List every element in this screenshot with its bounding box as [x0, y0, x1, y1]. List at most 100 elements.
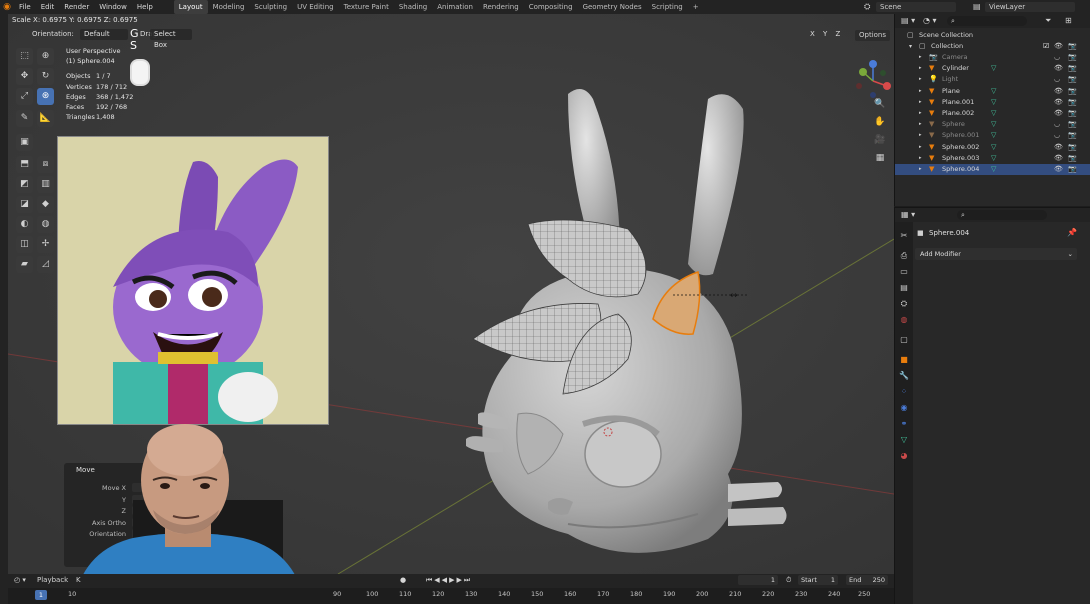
mesh-data-icon[interactable]: ▽	[991, 63, 996, 74]
select-tool-icon[interactable]: ⬚	[16, 48, 33, 65]
bevel-tool-icon[interactable]: ◩	[16, 176, 33, 193]
visibility-icon[interactable]: 👁	[1054, 63, 1063, 74]
expand-arrow-icon[interactable]: ▸	[919, 119, 922, 130]
output-tab-icon[interactable]: ▭	[898, 266, 910, 278]
menu-window[interactable]: Window	[94, 0, 132, 14]
expand-arrow-icon[interactable]: ▸	[919, 74, 922, 85]
collection-tab-icon[interactable]: ▢	[898, 334, 910, 346]
expand-arrow-icon[interactable]: ▸	[919, 108, 922, 119]
expand-arrow-icon[interactable]: ▸	[919, 142, 922, 153]
data-tab-icon[interactable]: ▽	[898, 434, 910, 446]
scale-tool-icon[interactable]: ⤢	[16, 88, 33, 105]
outliner-item[interactable]: ▸ ▼ Cylinder ▽ 👁 📷	[895, 63, 1090, 74]
options-button[interactable]: Options	[855, 30, 891, 41]
view-layer-selector[interactable]: ViewLayer	[985, 2, 1075, 12]
inset-tool-icon[interactable]: ⧈	[37, 156, 54, 173]
tab-shading[interactable]: Shading	[394, 0, 432, 14]
visibility-icon[interactable]: ◡	[1054, 74, 1060, 85]
outliner-item[interactable]: ▸ ▼ Sphere.002 ▽ 👁 📷	[895, 142, 1090, 153]
expand-arrow-icon[interactable]: ▸	[919, 164, 922, 175]
outliner-item[interactable]: ▸ ▼ Sphere.003 ▽ 👁 📷	[895, 153, 1090, 164]
mesh-data-icon[interactable]: ▽	[991, 130, 996, 141]
physics-tab-icon[interactable]: ◉	[898, 402, 910, 414]
render-visibility-icon[interactable]: 📷	[1068, 63, 1077, 74]
poly-build-tool-icon[interactable]: ◆	[37, 196, 54, 213]
expand-arrow-icon[interactable]: ▸	[919, 130, 922, 141]
expand-arrow-icon[interactable]: ▸	[919, 86, 922, 97]
render-tab-icon[interactable]: ⎙	[898, 250, 910, 262]
outliner-panel[interactable]: ▤ ▾ ◔ ▾ ⌕ ⏷ ⊞ ▢ Scene Collection ▾ ▢ Col…	[894, 14, 1090, 206]
gizmo-z-icon[interactable]	[869, 60, 877, 68]
smooth-tool-icon[interactable]: ◍	[37, 216, 54, 233]
modifier-tab-icon[interactable]: 🔧	[898, 370, 910, 382]
timeline-editor[interactable]: ◴ ▾ Playback K ● ⏮◀◀▶▶⏭ 1 ⏱ Start 1 End …	[8, 574, 894, 604]
render-visibility-icon[interactable]: 📷	[1068, 108, 1077, 119]
outliner-editor-icon[interactable]: ▤ ▾	[901, 16, 915, 25]
outliner-item[interactable]: ▸ ▼ Plane ▽ 👁 📷	[895, 86, 1090, 97]
visibility-icon[interactable]: 👁	[1054, 164, 1063, 175]
outliner-search-input[interactable]: ⌕	[947, 16, 1027, 26]
shrink-tool-icon[interactable]: ✢	[37, 236, 54, 253]
expand-arrow-icon[interactable]: ▸	[919, 63, 922, 74]
playhead[interactable]: 1	[35, 590, 47, 600]
rotate-tool-icon[interactable]: ↻	[37, 68, 54, 85]
mesh-data-icon[interactable]: ▽	[991, 164, 996, 175]
render-visibility-icon[interactable]: 📷	[1068, 164, 1077, 175]
expand-arrow-icon[interactable]: ▾	[909, 41, 912, 52]
tab-geometry-nodes[interactable]: Geometry Nodes	[578, 0, 647, 14]
outliner-item[interactable]: ▸ ▼ Sphere.001 ▽ ◡ 📷	[895, 130, 1090, 141]
tab-compositing[interactable]: Compositing	[524, 0, 578, 14]
tab-modeling[interactable]: Modeling	[208, 0, 250, 14]
transform-tool-icon[interactable]: ⊛	[37, 88, 54, 105]
outliner-item[interactable]: ▸ ▼ Plane.002 ▽ 👁 📷	[895, 108, 1090, 119]
mesh-data-icon[interactable]: ▽	[991, 153, 996, 164]
material-tab-icon[interactable]: ◕	[898, 450, 910, 462]
tab-animation[interactable]: Animation	[432, 0, 478, 14]
collection-visibility-icon[interactable]: 👁	[1054, 41, 1063, 52]
visibility-icon[interactable]: 👁	[1054, 86, 1063, 97]
current-frame-field[interactable]: 1	[738, 575, 778, 585]
loop-cut-tool-icon[interactable]: ▥	[37, 176, 54, 193]
render-visibility-icon[interactable]: 📷	[1068, 74, 1077, 85]
playback-controls-icon[interactable]: ⏮◀◀▶▶⏭	[426, 576, 472, 585]
render-visibility-icon[interactable]: 📷	[1068, 142, 1077, 153]
add-modifier-dropdown[interactable]: Add Modifier ⌄	[915, 248, 1077, 260]
navigation-gizmo[interactable]	[853, 59, 893, 101]
timeline-ruler[interactable]: 1 10 90 100 110 120 130 140 150 160 170 180 190 200 2…	[8, 588, 894, 604]
object-tab-icon[interactable]: ■	[898, 354, 910, 366]
view-layer-tab-icon[interactable]: ▤	[898, 282, 910, 294]
visibility-icon[interactable]: ◡	[1054, 52, 1060, 63]
expand-arrow-icon[interactable]: ▸	[919, 97, 922, 108]
mesh-data-icon[interactable]: ▽	[991, 142, 996, 153]
grid-perspective-icon[interactable]: ▦	[872, 150, 888, 166]
render-visibility-icon[interactable]: 📷	[1068, 119, 1077, 130]
cursor-tool-icon[interactable]: ⊕	[37, 48, 54, 65]
stopwatch-icon[interactable]: ⏱	[786, 576, 791, 585]
render-visibility-icon[interactable]: 📷	[1068, 97, 1077, 108]
rip-tool-icon[interactable]: ◿	[37, 256, 54, 273]
expand-arrow-icon[interactable]: ▸	[919, 153, 922, 164]
collection-render-icon[interactable]: 📷	[1068, 41, 1077, 52]
annotate-tool-icon[interactable]: ✎	[16, 110, 33, 127]
tab-layout[interactable]: Layout	[173, 0, 208, 14]
menu-edit[interactable]: Edit	[36, 0, 60, 14]
add-workspace-button[interactable]: +	[688, 0, 704, 14]
pan-hand-icon[interactable]: ✋	[872, 114, 888, 130]
menu-help[interactable]: Help	[132, 0, 158, 14]
start-frame-field[interactable]: Start 1	[798, 575, 838, 585]
properties-search-input[interactable]: ⌕	[957, 210, 1047, 220]
visibility-icon[interactable]: 👁	[1054, 108, 1063, 119]
move-tool-icon[interactable]: ✥	[16, 68, 33, 85]
camera-view-icon[interactable]: 🎥	[872, 132, 888, 148]
spin-tool-icon[interactable]: ◐	[16, 216, 33, 233]
render-visibility-icon[interactable]: 📷	[1068, 130, 1077, 141]
tab-uv-editing[interactable]: UV Editing	[292, 0, 339, 14]
particles-tab-icon[interactable]: ⁘	[898, 386, 910, 398]
blender-logo-icon[interactable]: ◉	[0, 2, 14, 12]
scene-selector[interactable]: Scene	[876, 2, 956, 12]
visibility-icon[interactable]: ◡	[1054, 130, 1060, 141]
mesh-data-icon[interactable]: ▽	[991, 86, 996, 97]
outliner-item[interactable]: ▸ ▼ Sphere.004 ▽ 👁 📷	[895, 164, 1090, 175]
render-visibility-icon[interactable]: 📷	[1068, 52, 1077, 63]
extrude-tool-icon[interactable]: ⬒	[16, 156, 33, 173]
